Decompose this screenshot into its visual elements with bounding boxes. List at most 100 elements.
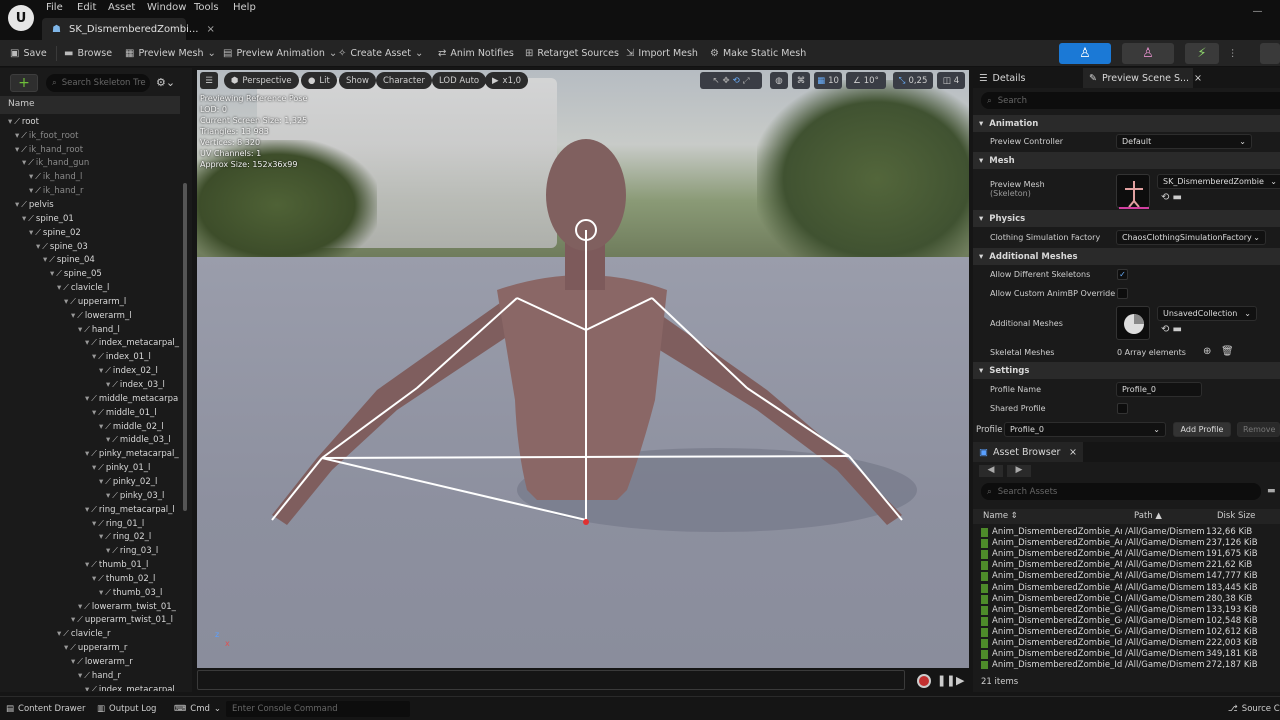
asset-row[interactable]: Anim_DismemberedZombie_Attac/All/Game/Di… [981,583,1264,594]
save-button[interactable]: ▣ Save [10,40,47,67]
add-profile-button[interactable]: Add Profile [1173,422,1231,437]
expand-chevron-icon[interactable]: ▾ [78,325,82,335]
pause-button[interactable]: ❚❚ [937,674,955,687]
menu-file[interactable]: File [46,2,63,13]
expand-chevron-icon[interactable]: ▾ [85,505,89,515]
bone-row[interactable]: ▾ ⟋ hand_r [78,669,121,683]
bone-row[interactable]: ▾ ⟋ pinky_metacarpal_ [85,447,179,461]
bone-row[interactable]: ▾ ⟋ index_metacarpal [85,683,175,691]
bone-row[interactable]: ▾ ⟋ lowerarm_twist_01_ [78,600,176,614]
bone-row[interactable]: ▾ ⟋ lowerarm_l [71,309,132,323]
profile-name-input[interactable]: Profile_0 [1116,382,1202,397]
expand-chevron-icon[interactable]: ▾ [57,283,61,293]
expand-chevron-icon[interactable]: ▾ [64,643,68,653]
collection-thumbnail[interactable] [1116,306,1150,340]
browse-collection-icon[interactable]: ⟲ ▬ [1161,324,1182,335]
expand-chevron-icon[interactable]: ▾ [43,255,47,265]
bone-row[interactable]: ▾ ⟋ ik_foot_root [15,129,78,143]
forward-arrow-icon[interactable]: ▶ [1007,465,1031,477]
browse-button[interactable]: ▬ Browse [64,40,112,67]
scale-snap-button[interactable]: ⤡ 0,25 [893,72,933,89]
bone-row[interactable]: ▾ ⟋ thumb_03_l [99,586,162,600]
bone-row[interactable]: ▾ ⟋ spine_03 [36,240,88,254]
expand-chevron-icon[interactable]: ▾ [106,491,110,501]
bone-row[interactable]: ▾ ⟋ spine_02 [29,226,81,240]
more-options-icon[interactable]: ⋮ [1228,40,1238,67]
grid-snap-button[interactable]: ▦ 10 [814,72,842,89]
settings-gear-icon[interactable]: ⚙⌄ [156,76,175,89]
bone-row[interactable]: ▾ ⟋ upperarm_twist_01_l [71,614,173,628]
category-settings[interactable]: ▾ Settings [973,362,1280,379]
expand-chevron-icon[interactable]: ▾ [50,269,54,279]
surface-snap-button[interactable]: ⌘ [792,72,810,89]
category-physics[interactable]: ▾ Physics [973,210,1280,227]
preview-mesh-dropdown[interactable]: SK_DismemberedZombie ⌄ [1157,174,1280,189]
record-button[interactable] [917,674,931,688]
allow-custom-animbp-checkbox[interactable] [1117,288,1128,299]
bone-row[interactable]: ▾ ⟋ ik_hand_gun [22,157,89,171]
make-static-mesh-button[interactable]: ⚙ Make Static Mesh [710,40,806,67]
expand-chevron-icon[interactable]: ▾ [64,297,68,307]
expand-chevron-icon[interactable]: ▾ [15,145,19,155]
bone-row[interactable]: ▾ ⟋ pinky_02_l [99,475,157,489]
expand-chevron-icon[interactable]: ▾ [92,519,96,529]
window-controls[interactable]: — [1252,6,1272,17]
bone-row[interactable]: ▾ ⟋ ring_metacarpal_l [85,503,175,517]
asset-row[interactable]: Anim_DismemberedZombie_Attac/All/Game/Di… [981,549,1264,560]
back-arrow-icon[interactable]: ◀ [979,465,1003,477]
bone-row[interactable]: ▾ ⟋ spine_05 [50,267,102,281]
menu-edit[interactable]: Edit [77,2,96,13]
expand-chevron-icon[interactable]: ▾ [29,172,33,182]
asset-row[interactable]: Anim_DismemberedZombie_Idle_3/All/Game/D… [981,660,1264,669]
expand-chevron-icon[interactable]: ▾ [92,352,96,362]
folder-icon[interactable]: ▬ [1267,486,1276,496]
bone-row[interactable]: ▾ ⟋ index_02_l [99,364,158,378]
bone-row[interactable]: ▾ ⟋ ik_hand_root [15,143,83,157]
unreal-logo-icon[interactable]: U [8,5,34,31]
bone-row[interactable]: ▾ ⟋ middle_03_l [106,434,171,448]
profile-dropdown[interactable]: Profile_0 ⌄ [1004,422,1166,437]
expand-chevron-icon[interactable]: ▾ [99,477,103,487]
bone-row[interactable]: ▾ ⟋ ring_02_l [99,531,151,545]
expand-chevron-icon[interactable]: ▾ [106,435,110,445]
expand-chevron-icon[interactable]: ▾ [36,242,40,252]
asset-row[interactable]: Anim_DismemberedZombie_Craw/All/Game/Dis… [981,594,1264,605]
bone-row[interactable]: ▾ ⟋ upperarm_r [64,641,127,655]
bone-row[interactable]: ▾ ⟋ middle_metacarpa [85,392,178,406]
expand-chevron-icon[interactable]: ▾ [22,214,26,224]
skeleton-search-input[interactable]: ⌕ Search Skeleton Tre [46,74,150,92]
preview-animation-button[interactable]: ▤ Preview Animation ⌄ [223,40,337,67]
expand-chevron-icon[interactable]: ▾ [57,629,61,639]
menu-window[interactable]: Window [147,2,186,13]
expand-chevron-icon[interactable]: ▾ [15,200,19,210]
asset-row[interactable]: Anim_DismemberedZombie_GetHi/All/Game/Di… [981,627,1264,638]
animation-mode-button[interactable]: ⚡ [1185,43,1219,64]
close-icon[interactable]: × [1194,73,1202,84]
allow-different-skeletons-checkbox[interactable]: ✓ [1117,269,1128,280]
bone-row[interactable]: ▾ ⟋ ring_03_l [106,544,158,558]
output-log-button[interactable]: ▥ Output Log [97,701,156,717]
bone-row[interactable]: ▾ ⟋ thumb_01_l [85,558,148,572]
bone-row[interactable]: ▾ ⟋ middle_02_l [99,420,164,434]
bone-row[interactable]: ▾ ⟋ pinky_01_l [92,461,150,475]
skeleton-mode-button[interactable]: ♙ [1059,43,1111,64]
expand-chevron-icon[interactable]: ▾ [106,546,110,556]
bone-row[interactable]: ▾ ⟋ spine_01 [22,212,74,226]
character-button[interactable]: Character [376,72,432,89]
bone-row[interactable]: ▾ ⟋ index_metacarpal_ [85,337,179,351]
asset-row[interactable]: Anim_DismemberedZombie_Attac/All/Game/Di… [981,571,1264,582]
tab-details[interactable]: ☰ Details [973,68,1031,88]
bone-row[interactable]: ▾ ⟋ ring_01_l [92,517,144,531]
source-control-button[interactable]: ⎇Source Co [1228,701,1280,717]
expand-chevron-icon[interactable]: ▾ [29,228,33,238]
console-command-input[interactable]: Enter Console Command [226,701,410,717]
add-element-icon[interactable]: ⊕ [1203,346,1211,357]
category-additional-meshes[interactable]: ▾ Additional Meshes [973,248,1280,265]
bone-row[interactable]: ▾ ⟋ index_03_l [106,378,165,392]
asset-row[interactable]: Anim_DismemberedZombie_Angry/All/Game/Di… [981,527,1264,538]
expand-chevron-icon[interactable]: ▾ [71,657,75,667]
expand-chevron-icon[interactable]: ▾ [92,463,96,473]
viewport-console-input[interactable] [197,670,905,690]
asset-search-input[interactable]: ⌕ Search Assets [981,483,1261,500]
bone-row[interactable]: ▾ ⟋ spine_04 [43,254,95,268]
